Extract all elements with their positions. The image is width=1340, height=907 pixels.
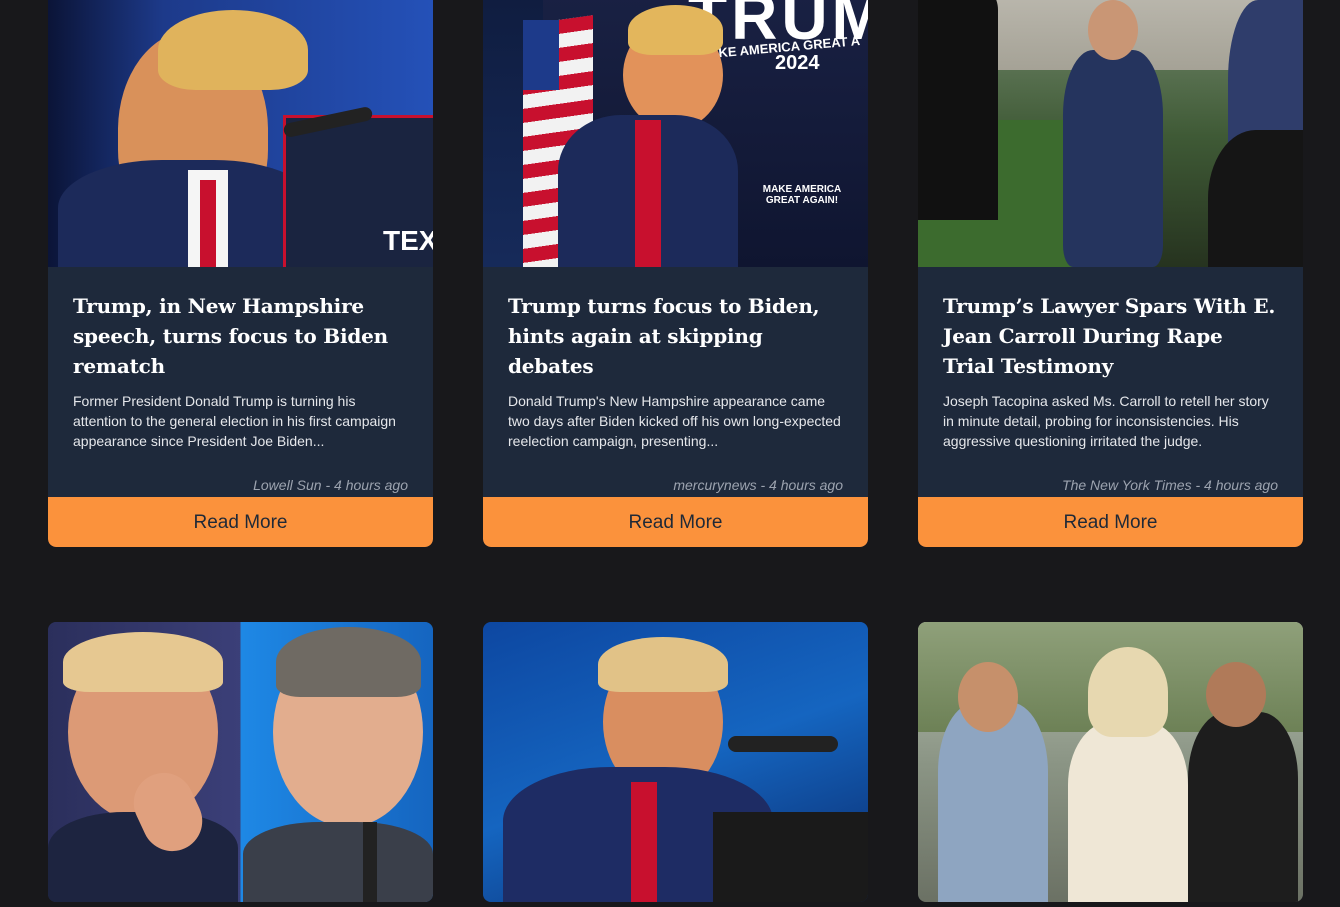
article-time: 4 hours ago xyxy=(769,477,843,493)
article-meta: Lowell Sun - 4 hours ago xyxy=(253,477,408,493)
read-more-button[interactable]: Read More xyxy=(918,497,1303,547)
sign-text: MAKE AMERICA GREAT AGAIN! xyxy=(762,184,842,206)
card-body: Trump turns focus to Biden, hints again … xyxy=(483,267,868,497)
article-source: The New York Times xyxy=(1062,477,1192,493)
meta-separator: - xyxy=(1191,477,1205,493)
article-image[interactable] xyxy=(918,622,1303,902)
article-image[interactable] xyxy=(483,622,868,902)
article-time: 4 hours ago xyxy=(1204,477,1278,493)
article-source: Lowell Sun xyxy=(253,477,322,493)
read-more-button[interactable]: Read More xyxy=(483,497,868,547)
article-image[interactable]: TEX xyxy=(48,0,433,267)
card-body: Trump, in New Hampshire speech, turns fo… xyxy=(48,267,433,497)
news-card xyxy=(918,622,1303,902)
news-card: TRUM MAKE AMERICA GREAT A 2024 MAKE AMER… xyxy=(483,0,868,547)
news-card xyxy=(483,622,868,902)
article-time: 4 hours ago xyxy=(334,477,408,493)
card-body: Trump’s Lawyer Spars With E. Jean Carrol… xyxy=(918,267,1303,497)
meta-separator: - xyxy=(321,477,335,493)
article-meta: The New York Times - 4 hours ago xyxy=(1062,477,1278,493)
article-source: mercurynews xyxy=(673,477,757,493)
article-title[interactable]: Trump turns focus to Biden, hints again … xyxy=(508,291,843,381)
news-card xyxy=(48,622,433,902)
news-card: Trump’s Lawyer Spars With E. Jean Carrol… xyxy=(918,0,1303,547)
article-description: Joseph Tacopina asked Ms. Carroll to ret… xyxy=(943,393,1269,449)
article-image[interactable] xyxy=(918,0,1303,267)
article-description: Donald Trump's New Hampshire appearance … xyxy=(508,393,841,449)
article-description: Former President Donald Trump is turning… xyxy=(73,393,396,449)
article-image[interactable]: TRUM MAKE AMERICA GREAT A 2024 MAKE AMER… xyxy=(483,0,868,267)
article-meta: mercurynews - 4 hours ago xyxy=(673,477,843,493)
read-more-button[interactable]: Read More xyxy=(48,497,433,547)
podium-sign-text: TEX xyxy=(383,225,433,256)
article-image[interactable] xyxy=(48,622,433,902)
banner-year: 2024 xyxy=(775,52,820,74)
news-card: TEX Trump, in New Hampshire speech, turn… xyxy=(48,0,433,547)
article-title[interactable]: Trump’s Lawyer Spars With E. Jean Carrol… xyxy=(943,291,1278,381)
article-title[interactable]: Trump, in New Hampshire speech, turns fo… xyxy=(73,291,408,381)
meta-separator: - xyxy=(756,477,770,493)
